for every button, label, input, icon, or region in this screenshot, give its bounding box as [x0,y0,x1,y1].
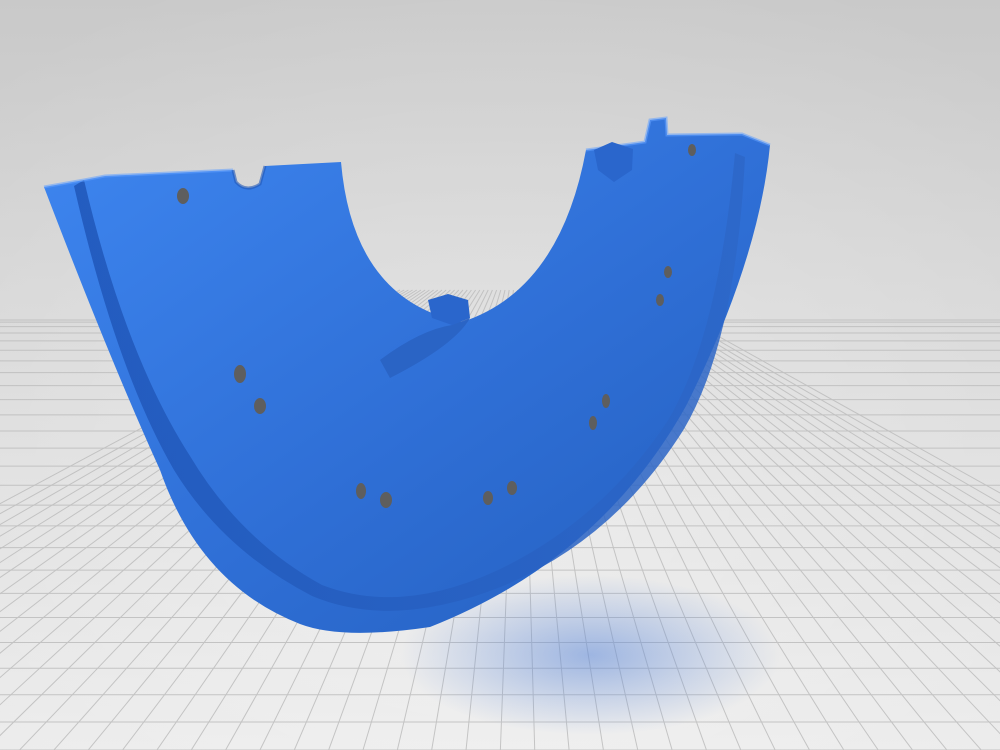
hole [664,266,672,278]
render-scene [0,0,1000,750]
hole [589,416,597,430]
hole [356,483,366,499]
hole [380,492,392,508]
hole [688,144,696,156]
hole [507,481,517,495]
hole [177,188,189,204]
hole [254,398,266,414]
hole [483,491,493,505]
hole [656,294,664,306]
hole [602,394,610,408]
hole [234,365,246,383]
